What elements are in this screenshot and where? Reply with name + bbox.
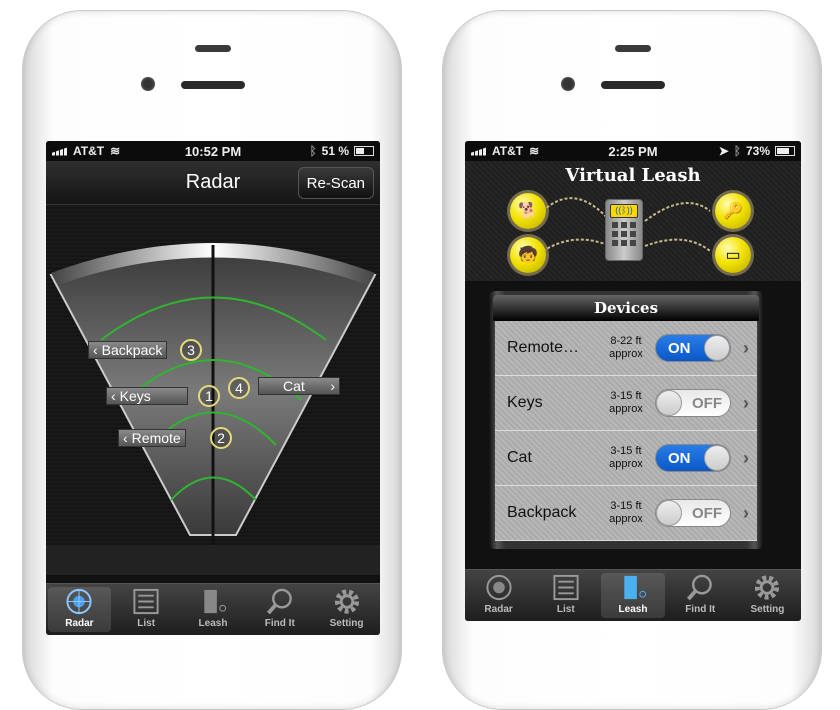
keys-ball-icon: 🔑	[715, 193, 751, 229]
leash-icon	[204, 589, 227, 614]
page-title: Radar	[185, 171, 241, 193]
tab-list[interactable]: List	[534, 573, 597, 618]
screen: AT&T ≋ 10:52 PM ᛒ 51 % Radar Re-Scan ‹ Bac…	[46, 141, 380, 635]
radar-label-backpack[interactable]: ‹ Backpack	[88, 341, 168, 359]
child-ball-icon: 🧒	[510, 237, 546, 273]
battery-icon	[354, 146, 374, 156]
radar-label-cat[interactable]: Cat ›	[258, 377, 340, 395]
radar-icon	[486, 574, 512, 601]
radar-label-remote[interactable]: ‹ Remote	[118, 429, 186, 447]
tab-bar: Radar List Leash Find It Setting	[465, 569, 801, 621]
device-row[interactable]: Backpack 3-15 ft approx OFF ›	[495, 486, 757, 541]
clock: 10:52 PM	[184, 143, 242, 159]
tab-list[interactable]: List	[115, 587, 178, 632]
leash-toggle[interactable]: ON	[655, 444, 731, 472]
leash-toggle[interactable]: OFF	[655, 499, 731, 527]
radar-icon	[66, 588, 92, 615]
chevron-right-icon[interactable]: ›	[743, 448, 749, 469]
tab-find-it[interactable]: Find It	[669, 573, 732, 618]
devices-panel: Devices Remote… 8-22 ft approx ON › Keys …	[489, 291, 763, 549]
tab-bar: Radar List Leash Find It Setting	[46, 583, 380, 635]
tab-setting[interactable]: Setting	[736, 573, 799, 618]
radar-marker[interactable]: 4	[228, 377, 250, 399]
tab-radar[interactable]: Radar	[48, 587, 111, 632]
nav-bar: Radar Re-Scan	[46, 161, 380, 205]
status-bar: AT&T ≋ 10:52 PM ᛒ 51 %	[46, 141, 380, 161]
list-icon	[133, 588, 159, 615]
list-icon	[553, 574, 579, 601]
chevron-right-icon[interactable]: ›	[743, 393, 749, 414]
dog-ball-icon: 🐕	[510, 193, 546, 229]
front-camera	[561, 77, 575, 91]
device-row[interactable]: Cat 3-15 ft approx ON ›	[495, 431, 757, 486]
tab-leash[interactable]: Leash	[182, 587, 245, 632]
devices-title: Devices	[493, 295, 759, 321]
gear-icon	[755, 575, 780, 600]
radar-marker[interactable]: 3	[180, 339, 202, 361]
sleep-button	[615, 45, 651, 52]
battery-icon	[775, 146, 795, 156]
device-row[interactable]: Keys 3-15 ft approx OFF ›	[495, 376, 757, 431]
radar-view: ‹ Backpack 3 ‹ Keys 1 Cat › 4 ‹ Remote 2	[46, 205, 380, 575]
tab-leash[interactable]: Leash	[601, 573, 665, 618]
leash-toggle[interactable]: OFF	[655, 389, 731, 417]
earpiece	[601, 81, 665, 89]
gear-icon	[334, 589, 359, 614]
status-bar: AT&T ≋ 2:25 PM ➤ ᛒ 73%	[465, 141, 801, 161]
screen: AT&T ≋ 2:25 PM ➤ ᛒ 73% Virtual Leash 🐕 🧒 🔑…	[465, 141, 801, 621]
rescan-button[interactable]: Re-Scan	[297, 167, 374, 199]
magnifier-icon	[266, 588, 292, 615]
tab-radar[interactable]: Radar	[467, 573, 530, 618]
front-camera	[141, 77, 155, 91]
tab-setting[interactable]: Setting	[315, 587, 378, 632]
radar-label-keys[interactable]: ‹ Keys	[106, 387, 188, 405]
radar-marker[interactable]: 2	[210, 427, 232, 449]
leash-icon	[624, 575, 647, 600]
device-row[interactable]: Remote… 8-22 ft approx ON ›	[495, 321, 757, 376]
tab-find-it[interactable]: Find It	[248, 587, 311, 632]
chevron-right-icon[interactable]: ›	[743, 338, 749, 359]
phone-leash: AT&T ≋ 2:25 PM ➤ ᛒ 73% Virtual Leash 🐕 🧒 🔑…	[442, 10, 822, 710]
remote-ball-icon: ▭	[715, 237, 751, 273]
radar-base	[46, 545, 380, 575]
chevron-right-icon[interactable]: ›	[743, 503, 749, 524]
phone-radar: AT&T ≋ 10:52 PM ᛒ 51 % Radar Re-Scan ‹ Bac…	[22, 10, 402, 710]
magnifier-icon	[687, 574, 713, 601]
virtual-leash-header: Virtual Leash 🐕 🧒 🔑 ▭ ((ᛒ))	[465, 161, 801, 281]
radar-marker[interactable]: 1	[198, 385, 220, 407]
clock: 2:25 PM	[608, 143, 658, 159]
sleep-button	[195, 45, 231, 52]
phone-device-icon: ((ᛒ))	[605, 199, 643, 261]
leash-toggle[interactable]: ON	[655, 334, 731, 362]
earpiece	[181, 81, 245, 89]
